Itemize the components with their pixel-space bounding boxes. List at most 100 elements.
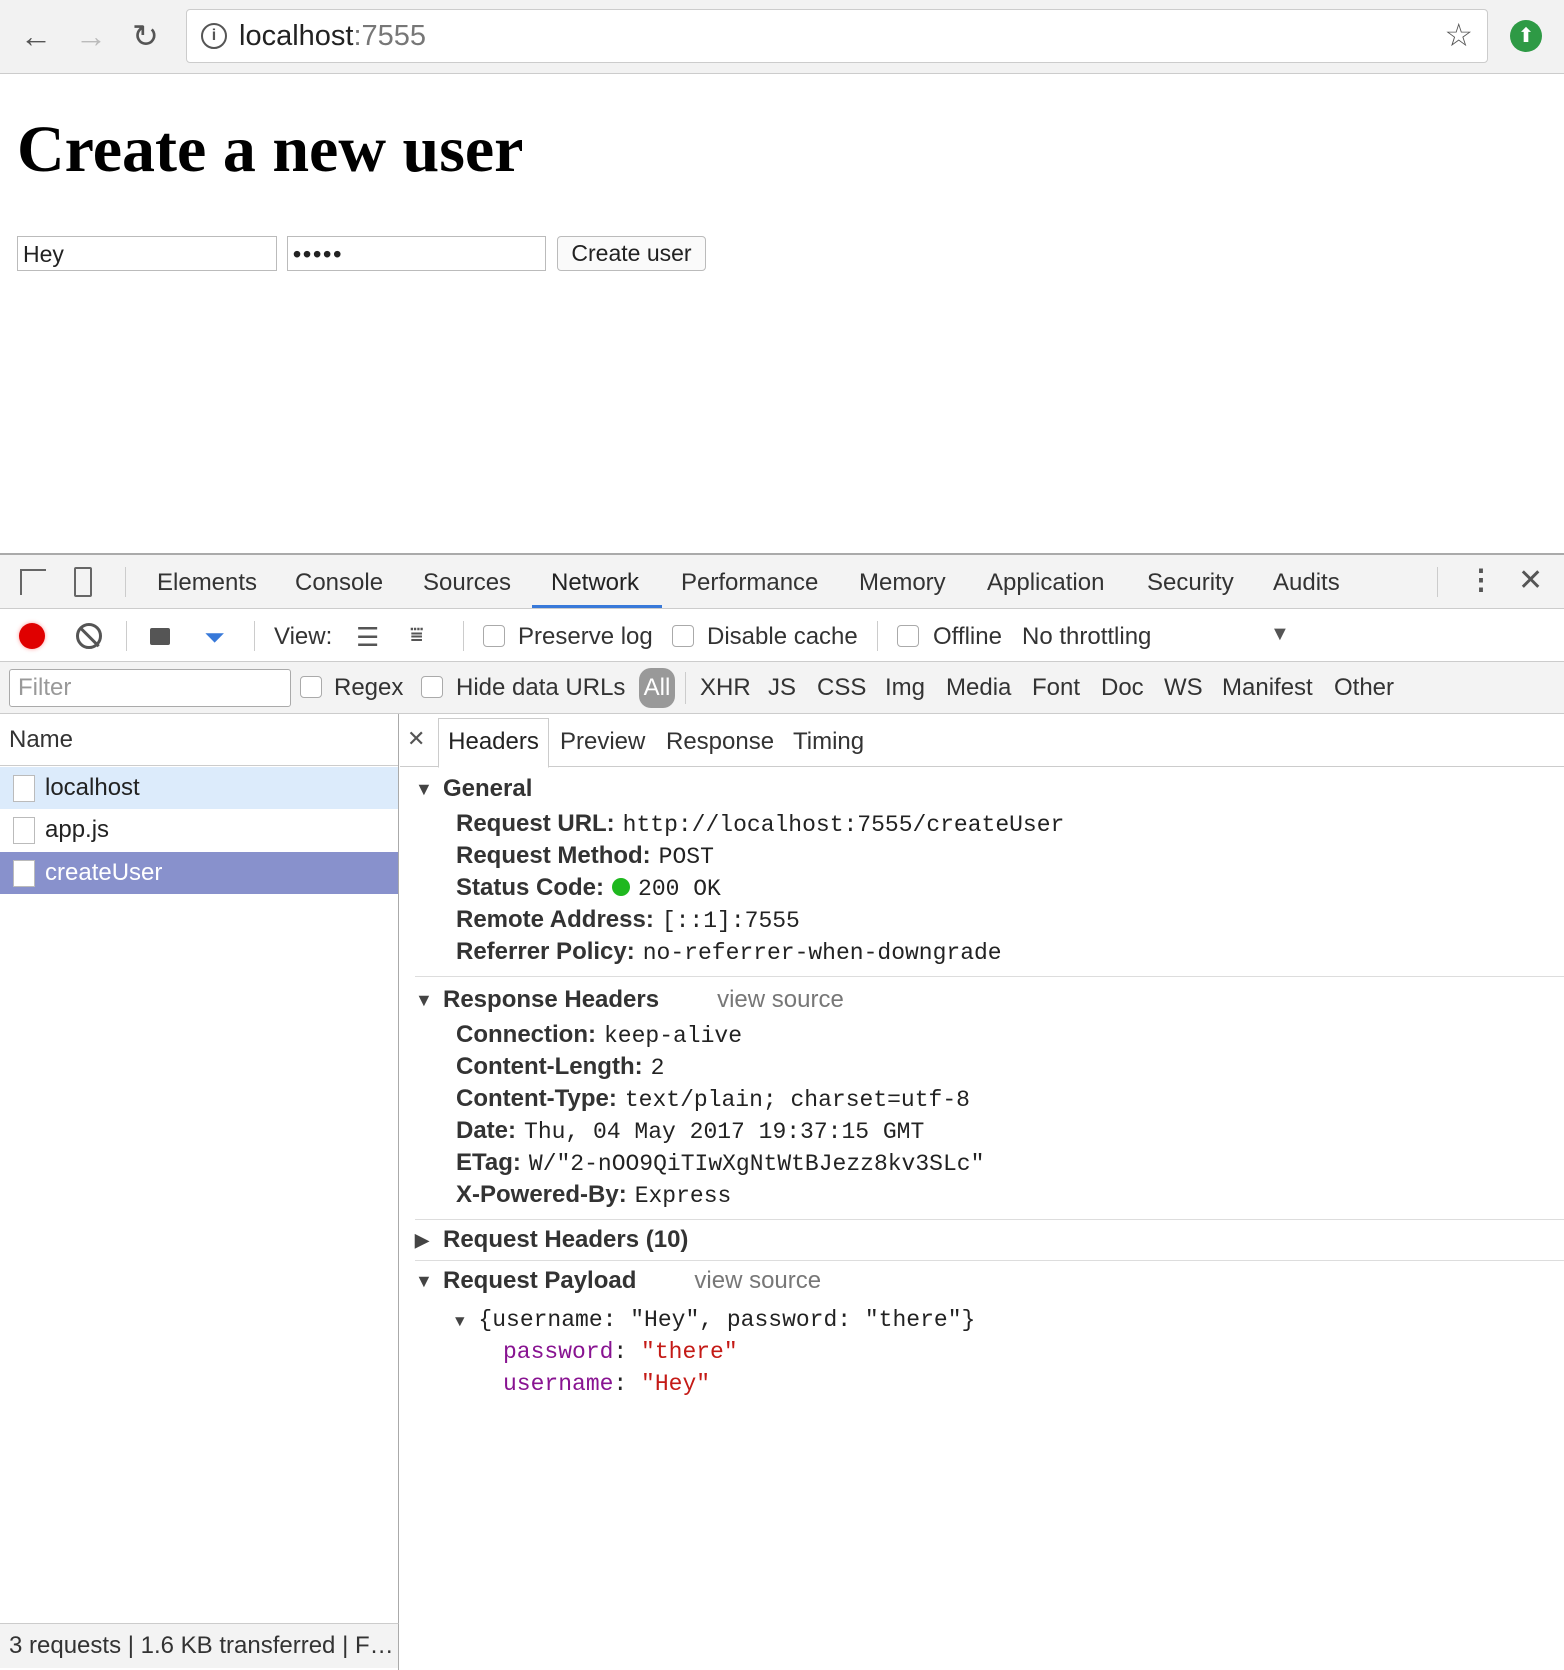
- hide-data-urls-checkbox[interactable]: [421, 676, 443, 698]
- filter-xhr[interactable]: XHR: [700, 674, 751, 702]
- tab-memory[interactable]: Memory: [859, 569, 946, 597]
- filter-doc[interactable]: Doc: [1101, 674, 1144, 702]
- device-toolbar-icon[interactable]: [74, 567, 92, 597]
- response-headers-header[interactable]: ▼ Response Headers view source: [415, 981, 1564, 1019]
- divider: [463, 621, 464, 651]
- request-payload-header[interactable]: ▼ Request Payload view source: [415, 1262, 1564, 1300]
- payload-summary: {username: "Hey", password: "there"}: [478, 1307, 976, 1333]
- triangle-down-icon: ▼: [415, 779, 433, 799]
- header-value: Express: [634, 1183, 732, 1209]
- tab-elements[interactable]: Elements: [157, 569, 257, 597]
- property-value: "Hey": [641, 1371, 711, 1397]
- browser-toolbar: ← → ↻ i localhost:7555 ☆ ⬆: [0, 0, 1564, 74]
- filter-input[interactable]: Filter: [9, 669, 291, 707]
- request-row-createuser[interactable]: createUser: [0, 852, 398, 894]
- header-row: Content-Type: text/plain; charset=utf-8: [415, 1083, 1564, 1115]
- page-title: Create a new user: [17, 113, 524, 186]
- more-menu-icon[interactable]: ⋮: [1467, 563, 1495, 596]
- close-devtools-icon[interactable]: ✕: [1518, 563, 1543, 598]
- tab-network[interactable]: Network: [551, 569, 639, 597]
- request-row-appjs[interactable]: app.js: [0, 809, 398, 851]
- info-icon[interactable]: i: [201, 23, 227, 49]
- property-key: password: [503, 1339, 614, 1365]
- username-input[interactable]: Hey: [17, 236, 277, 271]
- overview-icon[interactable]: ⩸: [410, 622, 423, 648]
- tab-timing[interactable]: Timing: [793, 728, 864, 756]
- document-icon: [13, 817, 35, 844]
- view-source-link[interactable]: view source: [694, 1267, 821, 1294]
- view-source-link[interactable]: view source: [717, 986, 844, 1013]
- reload-button[interactable]: ↻: [132, 18, 159, 54]
- tab-application[interactable]: Application: [987, 569, 1104, 597]
- header-key: Referrer Policy:: [456, 938, 635, 965]
- bookmark-star-icon[interactable]: ☆: [1444, 16, 1473, 54]
- header-row: Request Method: POST: [415, 840, 1564, 872]
- tab-console[interactable]: Console: [295, 569, 383, 597]
- filter-img[interactable]: Img: [885, 674, 925, 702]
- tab-audits[interactable]: Audits: [1273, 569, 1340, 597]
- name-column-header[interactable]: Name: [0, 714, 398, 766]
- active-tab-indicator: [532, 605, 662, 608]
- filter-icon[interactable]: ⏷: [204, 622, 225, 654]
- disable-cache-label: Disable cache: [707, 623, 858, 650]
- record-icon[interactable]: [19, 623, 45, 649]
- filter-css[interactable]: CSS: [817, 674, 866, 702]
- filter-ws[interactable]: WS: [1164, 674, 1203, 702]
- header-value: [::1]:7555: [661, 908, 800, 934]
- password-input[interactable]: •••••: [287, 236, 546, 271]
- tab-response[interactable]: Response: [666, 728, 774, 756]
- disable-cache-checkbox[interactable]: [672, 625, 694, 647]
- header-key: X-Powered-By:: [456, 1181, 627, 1208]
- tab-preview[interactable]: Preview: [560, 728, 645, 756]
- request-details: ✕ Headers Preview Response Timing ▼ Gener…: [400, 714, 1564, 1670]
- inspect-element-icon[interactable]: [20, 569, 46, 595]
- filter-all[interactable]: All: [639, 668, 675, 708]
- divider: [254, 621, 255, 651]
- header-value: W/"2-nOO9QiTIwXgNtWtBJezz8kv3SLc": [528, 1151, 985, 1177]
- header-key: Remote Address:: [456, 906, 654, 933]
- offline-checkbox[interactable]: [897, 625, 919, 647]
- header-value: Thu, 04 May 2017 19:37:15 GMT: [524, 1119, 925, 1145]
- tab-performance[interactable]: Performance: [681, 569, 818, 597]
- large-rows-icon[interactable]: ☰: [356, 622, 379, 653]
- devtools-panel: Elements Console Sources Network Perform…: [0, 553, 1564, 1670]
- request-headers-header[interactable]: ▶ Request Headers (10): [415, 1221, 1564, 1259]
- view-label: View:: [274, 623, 333, 650]
- filter-js[interactable]: JS: [768, 674, 796, 702]
- regex-label: Regex: [334, 674, 404, 701]
- tab-sources[interactable]: Sources: [423, 569, 511, 597]
- clear-icon[interactable]: [76, 623, 102, 649]
- filter-bar: Filter Regex Hide data URLs All XHR JS C…: [0, 662, 1564, 714]
- payload-property: password: "there": [503, 1339, 738, 1365]
- header-row: Connection: keep-alive: [415, 1019, 1564, 1051]
- screenshot-capture-icon[interactable]: [150, 628, 170, 645]
- section-title: General: [443, 775, 533, 802]
- forward-button[interactable]: →: [75, 18, 107, 54]
- general-section-header[interactable]: ▼ General: [415, 770, 1564, 808]
- back-button[interactable]: ←: [20, 18, 52, 54]
- details-tabbar: ✕ Headers Preview Response Timing: [400, 714, 1564, 768]
- network-summary: 3 requests | 1.6 KB transferred | F…: [0, 1623, 399, 1668]
- throttling-select[interactable]: No throttling: [1022, 623, 1151, 651]
- update-icon[interactable]: ⬆: [1510, 20, 1542, 52]
- chevron-down-icon[interactable]: ▼: [1270, 623, 1290, 646]
- preserve-log-checkbox[interactable]: [483, 625, 505, 647]
- header-row: Status Code: 200 OK: [415, 872, 1564, 904]
- filter-media[interactable]: Media: [946, 674, 1011, 702]
- request-row-localhost[interactable]: localhost: [0, 767, 398, 809]
- regex-checkbox[interactable]: [300, 676, 322, 698]
- filter-font[interactable]: Font: [1032, 674, 1080, 702]
- header-key: Content-Type:: [456, 1085, 617, 1112]
- payload-property: username: "Hey": [503, 1371, 711, 1397]
- document-icon: [13, 860, 35, 887]
- close-details-icon[interactable]: ✕: [407, 726, 425, 752]
- filter-manifest[interactable]: Manifest: [1222, 674, 1313, 702]
- header-key: Connection:: [456, 1021, 596, 1048]
- address-bar[interactable]: i localhost:7555 ☆: [186, 9, 1488, 63]
- triangle-down-icon: ▼: [415, 1271, 433, 1291]
- payload-object[interactable]: ▼ {username: "Hey", password: "there"}: [415, 1304, 1564, 1336]
- create-user-button[interactable]: Create user: [557, 236, 706, 271]
- tab-security[interactable]: Security: [1147, 569, 1234, 597]
- filter-other[interactable]: Other: [1334, 674, 1394, 702]
- tab-headers[interactable]: Headers: [438, 718, 549, 768]
